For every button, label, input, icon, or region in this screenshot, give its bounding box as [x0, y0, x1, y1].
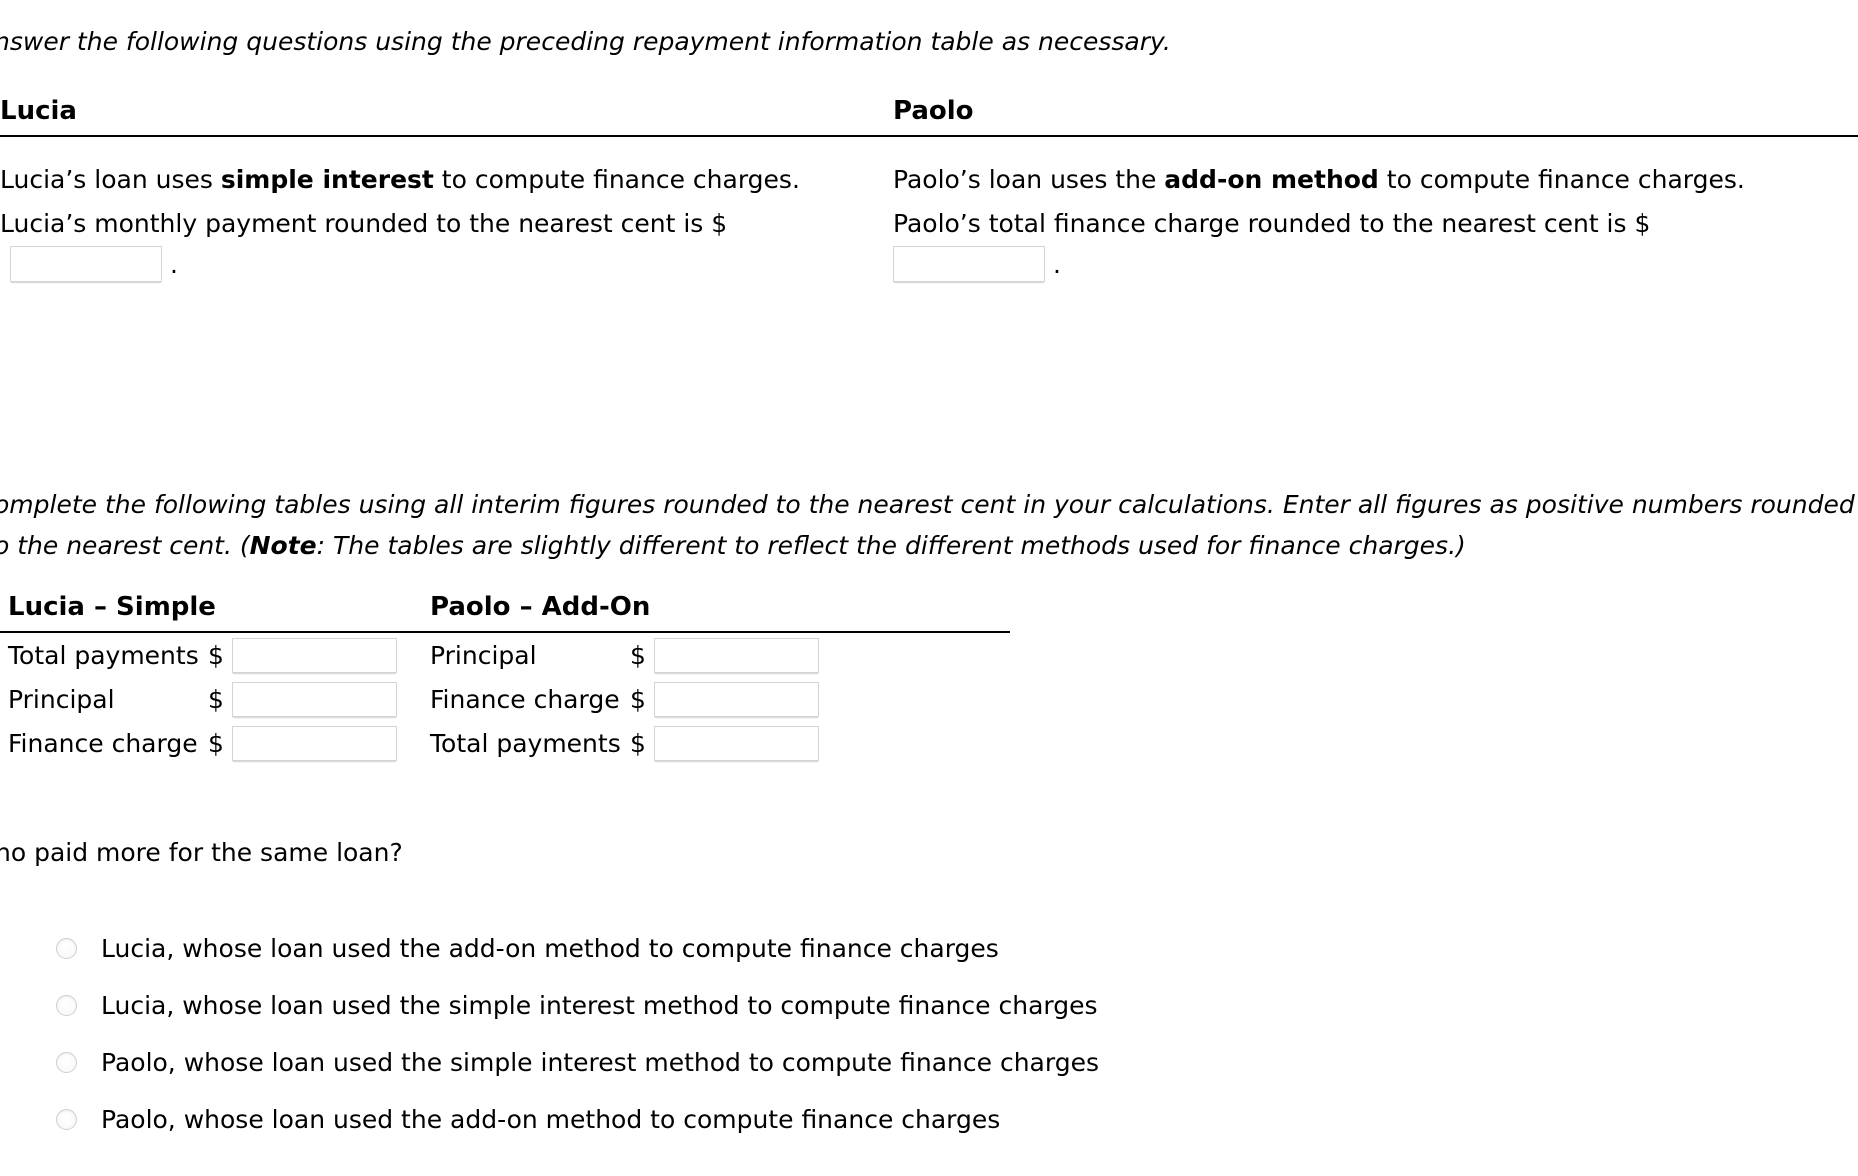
paolo-total-finance-charge-input[interactable]	[893, 246, 1045, 282]
paolo-answer-row: .	[893, 246, 1061, 282]
paolo-row-currency-total-payments: $	[630, 728, 646, 758]
person-panel-body: Lucia’s loan uses simple interest to com…	[0, 136, 1858, 296]
lucia-row-currency-total-payments: $	[208, 640, 224, 670]
paolo-method-statement-start: Paolo’s loan uses the	[893, 165, 1165, 194]
instructions-note-label: Note	[249, 531, 317, 561]
radio-circle-icon[interactable]	[56, 1109, 77, 1130]
answer-options-group: Lucia, whose loan used the add-on method…	[56, 920, 1099, 1148]
paolo-finance-charge-input[interactable]	[654, 681, 819, 717]
calc-table-header-lucia-simple: Lucia – Simple	[8, 592, 216, 622]
lucia-finance-charge-input[interactable]	[232, 725, 397, 761]
table-completion-instructions: omplete the following tables using all i…	[0, 484, 1858, 567]
paolo-method-statement: Paolo’s loan uses the add-on method to c…	[893, 167, 1745, 192]
lucia-row-currency-finance-charge: $	[208, 728, 224, 758]
lucia-monthly-payment-input[interactable]	[10, 246, 162, 282]
paolo-row-currency-finance-charge: $	[630, 684, 646, 714]
table-row: Finance charge $	[8, 724, 397, 762]
instructions-line-2-end: : The tables are slightly different to r…	[316, 531, 1466, 561]
paolo-principal-input[interactable]	[654, 637, 819, 673]
paolo-row-currency-principal: $	[630, 640, 646, 670]
lucia-answer-row: .	[10, 246, 178, 282]
radio-circle-icon[interactable]	[56, 1052, 77, 1073]
instructions-line-1: omplete the following tables using all i…	[0, 490, 1855, 519]
paolo-row-label-finance-charge: Finance charge	[430, 684, 620, 714]
instructions-line-2-start: o the nearest cent. (	[0, 531, 250, 561]
lucia-method-statement-start: Lucia’s loan uses	[0, 165, 221, 194]
radio-option-lucia-addon[interactable]: Lucia, whose loan used the add-on method…	[56, 920, 1099, 977]
lucia-row-label-finance-charge: Finance charge	[8, 728, 198, 758]
lucia-method-statement-emphasis: simple interest	[220, 165, 434, 194]
radio-option-label: Paolo, whose loan used the simple intere…	[101, 1048, 1099, 1077]
radio-option-paolo-addon[interactable]: Paolo, whose loan used the add-on method…	[56, 1091, 1099, 1148]
calculation-tables-body: Total payments $ Principal $ Finance cha…	[0, 636, 1010, 776]
table-row: Principal $	[8, 680, 397, 718]
radio-option-label: Paolo, whose loan used the add-on method…	[101, 1105, 1001, 1134]
paolo-row-label-total-payments: Total payments	[430, 728, 621, 758]
radio-circle-icon[interactable]	[56, 995, 77, 1016]
radio-circle-icon[interactable]	[56, 938, 77, 959]
paolo-answer-period: .	[1053, 249, 1061, 279]
radio-option-label: Lucia, whose loan used the add-on method…	[101, 934, 999, 963]
radio-option-paolo-simple[interactable]: Paolo, whose loan used the simple intere…	[56, 1034, 1099, 1091]
person-comparison-panel: Lucia Paolo Lucia’s loan uses simple int…	[0, 96, 1858, 296]
column-header-paolo: Paolo	[893, 96, 974, 126]
table-row: Finance charge $	[430, 680, 819, 718]
radio-option-label: Lucia, whose loan used the simple intere…	[101, 991, 1098, 1020]
lucia-payment-prompt: Lucia’s monthly payment rounded to the n…	[0, 209, 728, 238]
lucia-total-payments-input[interactable]	[232, 637, 397, 673]
calc-table-header-paolo-addon: Paolo – Add-On	[430, 592, 651, 622]
paolo-method-statement-emphasis: add-on method	[1164, 165, 1379, 194]
instructions-line-2: o the nearest cent. (Note: The tables ar…	[0, 525, 1858, 566]
table-row: Total payments $	[8, 636, 397, 674]
lucia-method-statement: Lucia’s loan uses simple interest to com…	[0, 167, 800, 192]
table-row: Total payments $	[430, 724, 819, 762]
lucia-principal-input[interactable]	[232, 681, 397, 717]
lucia-row-label-total-payments: Total payments	[8, 640, 199, 670]
radio-option-lucia-simple[interactable]: Lucia, whose loan used the simple intere…	[56, 977, 1099, 1034]
calculation-tables-headers: Lucia – Simple Paolo – Add-On	[0, 592, 1010, 633]
paolo-total-payments-input[interactable]	[654, 725, 819, 761]
lucia-row-currency-principal: $	[208, 684, 224, 714]
paolo-method-statement-end: to compute finance charges.	[1378, 165, 1745, 194]
lucia-method-statement-end: to compute finance charges.	[433, 165, 800, 194]
table-row: Principal $	[430, 636, 819, 674]
calculation-tables: Lucia – Simple Paolo – Add-On Total paym…	[0, 592, 1010, 776]
person-panel-headers: Lucia Paolo	[0, 96, 1858, 137]
calculation-tables-divider	[0, 631, 1010, 633]
lucia-answer-period: .	[170, 249, 178, 279]
paolo-row-label-principal: Principal	[430, 640, 537, 670]
question-who-paid-more: ho paid more for the same loan?	[0, 838, 403, 867]
paolo-finance-charge-prompt: Paolo’s total finance charge rounded to …	[893, 209, 1651, 238]
lucia-row-label-principal: Principal	[8, 684, 115, 714]
column-header-lucia: Lucia	[0, 96, 77, 126]
intro-instruction-text: nswer the following questions using the …	[0, 27, 1171, 56]
